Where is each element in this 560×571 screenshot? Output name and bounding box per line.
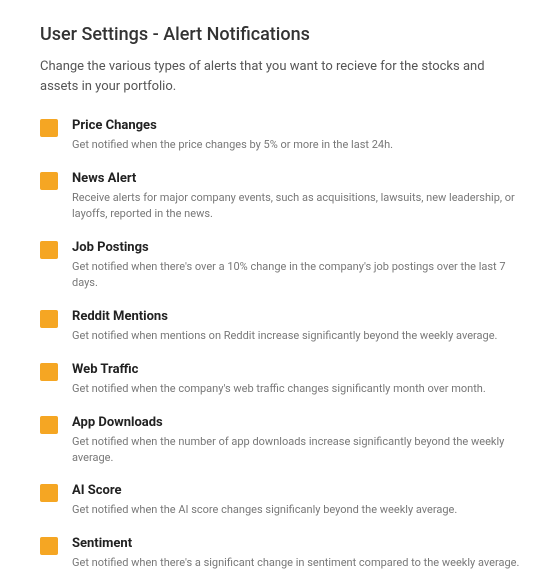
alert-content: Sentiment Get notified when there's a si… [72,536,520,571]
page-title: User Settings - Alert Notifications [40,24,520,45]
alert-title: App Downloads [72,415,520,430]
alert-content: Job Postings Get notified when there's o… [72,240,520,291]
alert-item-sentiment: Sentiment Get notified when there's a si… [40,536,520,571]
alert-item-job-postings: Job Postings Get notified when there's o… [40,240,520,291]
alert-description: Get notified when the price changes by 5… [72,137,520,153]
checkbox-news-alert[interactable] [40,172,58,190]
alert-description: Get notified when there's a significant … [72,555,520,571]
alert-description: Get notified when mentions on Reddit inc… [72,328,520,344]
alert-description: Get notified when there's over a 10% cha… [72,259,520,291]
alert-title: Sentiment [72,536,520,551]
alert-description: Receive alerts for major company events,… [72,190,520,222]
checkbox-price-changes[interactable] [40,119,58,137]
alert-title: AI Score [72,483,520,498]
checkbox-web-traffic[interactable] [40,363,58,381]
checkbox-app-downloads[interactable] [40,416,58,434]
alert-title: Job Postings [72,240,520,255]
checkbox-job-postings[interactable] [40,241,58,259]
page-description: Change the various types of alerts that … [40,57,520,96]
alert-title: Reddit Mentions [72,309,520,324]
alert-title: Price Changes [72,118,520,133]
alert-title: Web Traffic [72,362,520,377]
alert-item-news-alert: News Alert Receive alerts for major comp… [40,171,520,222]
alert-content: News Alert Receive alerts for major comp… [72,171,520,222]
alert-item-app-downloads: App Downloads Get notified when the numb… [40,415,520,466]
alert-title: News Alert [72,171,520,186]
alert-description: Get notified when the company's web traf… [72,381,520,397]
checkbox-ai-score[interactable] [40,484,58,502]
alert-content: Web Traffic Get notified when the compan… [72,362,520,397]
alert-item-web-traffic: Web Traffic Get notified when the compan… [40,362,520,397]
alert-item-ai-score: AI Score Get notified when the AI score … [40,483,520,518]
checkbox-sentiment[interactable] [40,537,58,555]
alert-item-price-changes: Price Changes Get notified when the pric… [40,118,520,153]
checkbox-reddit-mentions[interactable] [40,310,58,328]
alert-content: App Downloads Get notified when the numb… [72,415,520,466]
alert-description: Get notified when the number of app down… [72,434,520,466]
alert-content: Price Changes Get notified when the pric… [72,118,520,153]
alert-description: Get notified when the AI score changes s… [72,502,520,518]
alert-content: Reddit Mentions Get notified when mentio… [72,309,520,344]
alert-item-reddit-mentions: Reddit Mentions Get notified when mentio… [40,309,520,344]
alert-list: Price Changes Get notified when the pric… [40,118,520,571]
alert-content: AI Score Get notified when the AI score … [72,483,520,518]
